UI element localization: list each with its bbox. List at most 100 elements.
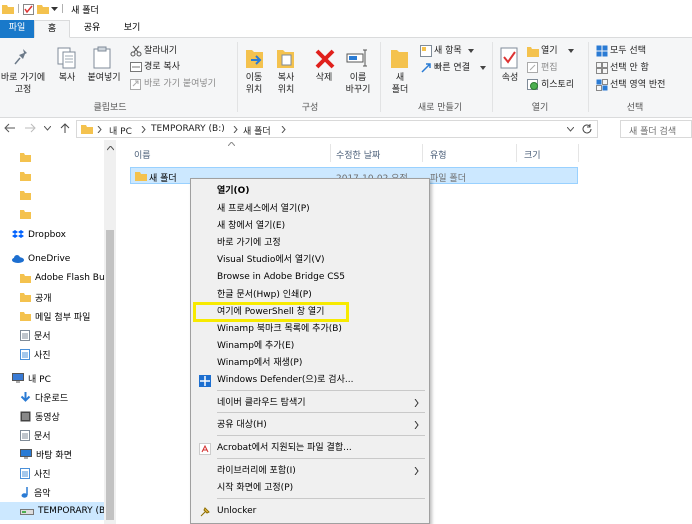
pc-icon [12, 373, 24, 383]
move-to-button[interactable]: 이동 위치 [238, 72, 270, 96]
scroll-up-icon[interactable] [107, 146, 114, 151]
ribbon-tabs: 파일 홈 공유 보기 [0, 18, 692, 38]
sidebar-item[interactable]: 음악 [0, 483, 104, 501]
rename-button[interactable]: 이름 바꾸기 [340, 72, 376, 96]
nav-scrollbar-thumb[interactable] [106, 230, 114, 520]
pin-to-quick-access-button[interactable]: 바로 가기에 고정 [0, 72, 46, 96]
context-menu-item[interactable]: Visual Studio에서 열기(V) [193, 252, 427, 269]
tab-home[interactable]: 홈 [34, 20, 70, 38]
properties-icon [500, 46, 520, 70]
breadcrumb-my-pc[interactable]: 내 PC [109, 124, 132, 137]
refresh-icon[interactable] [581, 123, 593, 135]
sidebar-item[interactable]: 사진 [0, 464, 104, 482]
copy-to-icon [276, 46, 296, 70]
search-input[interactable]: 새 폴더 검색 [620, 120, 692, 138]
sidebar-item[interactable]: 문서 [0, 326, 104, 344]
folder-icon [81, 124, 93, 134]
context-menu-item[interactable]: 열기(O) [193, 183, 427, 200]
easy-access-icon [420, 62, 432, 74]
back-arrow-icon[interactable] [4, 123, 16, 133]
tab-share[interactable]: 공유 [74, 20, 110, 38]
sidebar-item[interactable]: 바탕 화면 [0, 445, 104, 463]
context-menu-item[interactable]: 새 창에서 열기(E) [193, 218, 427, 235]
paste-button[interactable]: 붙여넣기 [86, 72, 122, 84]
delete-button[interactable]: 삭제 [308, 72, 340, 84]
invert-selection-icon [596, 79, 608, 91]
new-item-button[interactable]: 새 항목 [434, 45, 462, 57]
column-divider [516, 144, 517, 162]
easy-access-button[interactable]: 빠른 연결 [434, 62, 470, 74]
column-divider [578, 144, 579, 162]
copy-to-button[interactable]: 복사 위치 [270, 72, 302, 96]
sidebar-item[interactable]: OneDrive [0, 250, 104, 268]
sidebar-item[interactable]: Dropbox [0, 226, 104, 244]
context-menu-item[interactable]: Unlocker [193, 503, 427, 520]
paste-shortcut-button[interactable]: 바로 가기 붙여넣기 [144, 78, 216, 90]
file-explorer-window: | | 새 폴더 파일 홈 공유 보기 바로 가기에 고정 복사 붙여넣기 잘라… [0, 0, 692, 524]
column-header-size[interactable]: 크기 [524, 148, 541, 161]
new-folder-quick-icon[interactable] [37, 4, 50, 14]
sidebar-item[interactable]: 사진 [0, 345, 104, 363]
breadcrumb-drive[interactable]: TEMPORARY (B:) [151, 124, 225, 134]
context-menu-item[interactable]: Browse in Adobe Bridge CS5 [193, 269, 427, 286]
cut-button[interactable]: 잘라내기 [144, 45, 177, 57]
context-menu-item[interactable]: 새 프로세스에서 열기(P) [193, 201, 427, 218]
up-arrow-icon[interactable] [60, 123, 70, 134]
context-menu-item[interactable]: Winamp 북마크 목록에 추가(B) [193, 321, 427, 338]
context-menu-item[interactable]: 시작 화면에 고정(P) [193, 480, 427, 497]
context-menu-item[interactable]: Acrobat에서 지원되는 파일 결합... [193, 440, 427, 457]
pictures-icon [20, 467, 30, 479]
chevron-right-icon [281, 126, 286, 133]
sidebar-item-label: 동영상 [35, 412, 60, 423]
address-bar[interactable]: 내 PC TEMPORARY (B:) 새 폴더 [76, 120, 598, 138]
context-menu-item[interactable]: Winamp에서 재생(P) [193, 355, 427, 372]
context-menu-item[interactable]: 네이버 클라우드 탐색기 [193, 395, 427, 412]
sidebar-item[interactable]: 동영상 [0, 407, 104, 425]
edit-button[interactable]: 편집 [541, 62, 558, 74]
forward-arrow-icon[interactable] [24, 123, 36, 133]
properties-button[interactable]: 속성 [496, 72, 524, 84]
sidebar-item[interactable]: TEMPORARY (B:) [0, 502, 104, 520]
tab-view[interactable]: 보기 [114, 20, 150, 38]
history-button[interactable]: 히스토리 [541, 79, 574, 91]
paste-shortcut-icon [130, 78, 142, 90]
documents-icon [20, 329, 30, 341]
invert-selection-button[interactable]: 선택 영역 반전 [610, 79, 665, 91]
tab-file[interactable]: 파일 [0, 20, 34, 38]
address-history-icon[interactable] [567, 127, 574, 132]
sidebar-item[interactable]: 다운로드 [0, 388, 104, 406]
sidebar-item[interactable] [0, 205, 104, 223]
sidebar-item[interactable]: 문서 [0, 426, 104, 444]
new-folder-button[interactable]: 새 폴더 [384, 72, 416, 96]
context-menu-item[interactable]: Windows Defender(으)로 검사... [193, 372, 427, 389]
context-menu-item-label: 라이브러리에 포함(I) [217, 466, 296, 476]
context-menu-item-label: Unlocker [217, 506, 257, 516]
nav-scrollbar[interactable] [104, 140, 116, 524]
rename-icon [346, 48, 368, 68]
sidebar-item[interactable]: 내 PC [0, 369, 104, 387]
context-menu-item-label: Windows Defender(으)로 검사... [217, 375, 354, 385]
context-menu-item[interactable]: Winamp에 추가(E) [193, 338, 427, 355]
context-menu-item[interactable]: 바로 가기에 고정 [193, 235, 427, 252]
column-header-name[interactable]: 이름 [134, 148, 151, 161]
recent-locations-icon[interactable] [44, 126, 51, 131]
context-menu-item[interactable]: 라이브러리에 포함(I) [193, 463, 427, 480]
sidebar-item[interactable]: 메일 첨부 파일 [0, 307, 104, 325]
sidebar-item[interactable] [0, 186, 104, 204]
select-all-button[interactable]: 모두 선택 [610, 45, 646, 57]
open-button[interactable]: 열기 [541, 45, 558, 57]
column-header-type[interactable]: 유형 [430, 148, 447, 161]
sidebar-item[interactable] [0, 148, 104, 166]
breadcrumb-current-folder[interactable]: 새 폴더 [243, 124, 271, 137]
sidebar-item[interactable]: Adobe Flash Bui [0, 269, 104, 287]
sidebar-item[interactable]: 공개 [0, 288, 104, 306]
copy-path-button[interactable]: 경로 복사 [144, 61, 180, 73]
context-menu-item[interactable]: 공유 대상(H) [193, 417, 427, 434]
column-header-modified[interactable]: 수정한 날짜 [336, 148, 380, 161]
properties-quick-icon[interactable] [23, 3, 35, 15]
folder-icon [20, 209, 31, 219]
sidebar-item[interactable] [0, 167, 104, 185]
chevron-down-icon[interactable] [51, 6, 59, 12]
select-none-button[interactable]: 선택 안 함 [610, 62, 649, 74]
copy-button[interactable]: 복사 [52, 72, 82, 84]
